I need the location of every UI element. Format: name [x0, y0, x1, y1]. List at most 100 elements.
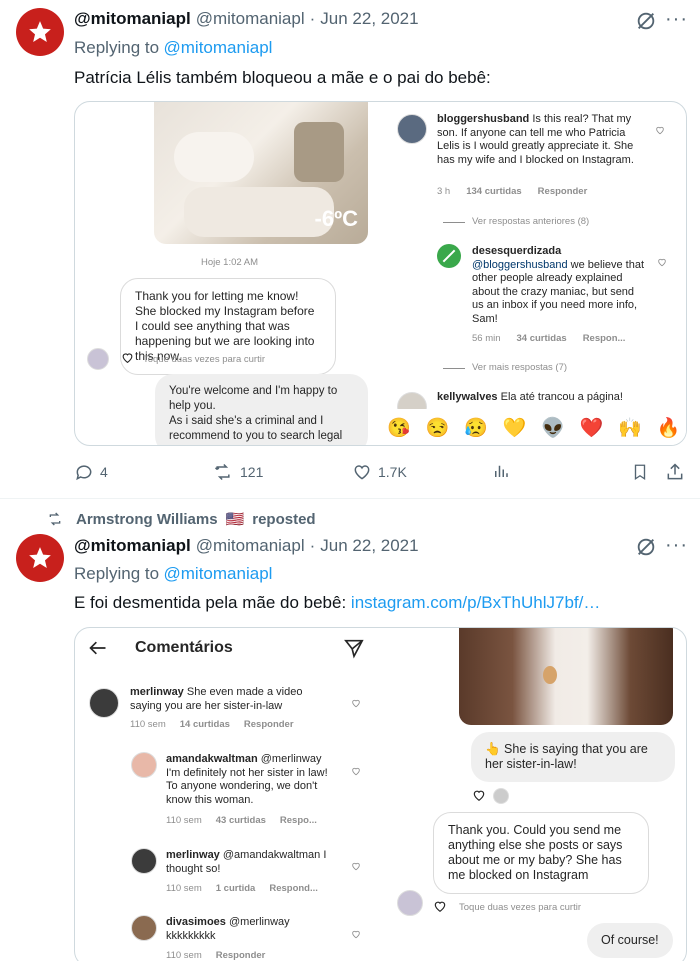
- shared-photo[interactable]: [459, 628, 673, 725]
- comment-meta: 56 min 34 curtidas Respon...: [472, 333, 625, 344]
- reply-link[interactable]: Responder: [244, 719, 294, 730]
- emoji-sad[interactable]: 😥: [464, 416, 488, 440]
- emoji-raised-hands[interactable]: 🙌: [618, 416, 642, 440]
- heart-icon[interactable]: [351, 695, 361, 713]
- heart-icon[interactable]: [433, 899, 447, 918]
- separator: ·: [309, 536, 316, 555]
- emoji-yellow-heart[interactable]: 💛: [503, 416, 527, 440]
- comment-likes[interactable]: 43 curtidas: [216, 815, 266, 826]
- heart-icon[interactable]: [472, 788, 486, 807]
- reply-link[interactable]: Respo...: [280, 815, 317, 826]
- reply-button[interactable]: 4: [74, 462, 108, 482]
- replying-to: Replying to @mitomaniapl: [74, 564, 272, 584]
- share-button[interactable]: [665, 462, 685, 482]
- comment-mention[interactable]: @merlinway: [261, 753, 322, 765]
- comment-text: kkkkkkkkk: [166, 929, 216, 942]
- bookmark-button[interactable]: [631, 462, 649, 482]
- tweet-date[interactable]: Jun 22, 2021: [320, 536, 418, 556]
- dm-bubble-grey: 👆 She is saying that you are her sister-…: [471, 732, 675, 782]
- handle[interactable]: @mitomaniapl: [196, 9, 305, 29]
- view-previous-replies[interactable]: Ver respostas anteriores (8): [472, 216, 589, 227]
- tweet-image[interactable]: -6ºC Hoje 1:02 AM Thank you for letting …: [74, 101, 687, 446]
- replying-link[interactable]: @mitomaniapl: [164, 564, 273, 583]
- dm-bubble-grey: You're welcome and I'm happy to help you…: [155, 374, 368, 445]
- avatar[interactable]: [16, 8, 64, 56]
- heart-icon[interactable]: [655, 122, 665, 140]
- separator: ·: [309, 9, 316, 28]
- emoji-unamused[interactable]: 😒: [426, 416, 450, 440]
- comment-mention[interactable]: @merlinway: [229, 916, 290, 928]
- retweet-button[interactable]: 121: [212, 462, 263, 482]
- heart-icon[interactable]: [657, 254, 667, 272]
- reply-link[interactable]: Responder: [538, 186, 588, 197]
- repost-indicator: Armstrong Williams 🇺🇸 reposted: [46, 510, 316, 528]
- comment-user[interactable]: bloggershusband: [437, 113, 529, 125]
- analytics-icon: [495, 465, 508, 477]
- comment: divasimoes @merlinway kkkkkkkkk: [166, 916, 341, 943]
- share-icon: [667, 463, 683, 480]
- comment-likes[interactable]: 134 curtidas: [466, 186, 521, 197]
- bookmark-icon: [634, 464, 646, 481]
- emoji-alien[interactable]: 👽: [541, 416, 565, 440]
- heart-icon[interactable]: [121, 351, 134, 369]
- heart-icon[interactable]: [351, 763, 361, 781]
- comment-time: 3 h: [437, 186, 451, 197]
- comment-user[interactable]: merlinway: [166, 849, 220, 861]
- tweet-date[interactable]: Jun 22, 2021: [320, 9, 418, 29]
- view-more-replies[interactable]: Ver mais respostas (7): [472, 362, 567, 373]
- like-count: 1.7K: [378, 464, 407, 480]
- comment-user[interactable]: amandakwaltman: [166, 753, 258, 765]
- repost-label: reposted: [252, 510, 316, 528]
- like-button[interactable]: 1.7K: [352, 462, 407, 482]
- baby-photo[interactable]: -6ºC: [154, 102, 368, 244]
- comment-meta: 3 h 134 curtidas Responder: [437, 186, 587, 197]
- comment-likes[interactable]: 1 curtida: [216, 883, 256, 894]
- divider: [0, 498, 700, 499]
- views-button[interactable]: [492, 462, 510, 480]
- comment-user[interactable]: merlinway: [130, 686, 184, 698]
- emoji-fire[interactable]: 🔥: [657, 416, 681, 440]
- heart-icon[interactable]: [351, 858, 361, 876]
- comment-user[interactable]: kellywalves: [437, 391, 498, 403]
- more-icon[interactable]: ···: [665, 8, 688, 31]
- reply-link[interactable]: Responder: [216, 950, 266, 961]
- reply-link[interactable]: Respond...: [269, 883, 318, 894]
- grok-icon[interactable]: [635, 536, 657, 563]
- avatar[interactable]: [16, 534, 64, 582]
- back-arrow-icon[interactable]: [87, 638, 109, 663]
- retweet-count: 121: [240, 464, 264, 480]
- tweet-text: Patrícia Lélis também bloqueou a mãe e o…: [74, 68, 491, 87]
- display-name[interactable]: @mitomaniapl: [74, 536, 191, 556]
- comment-likes[interactable]: 34 curtidas: [517, 333, 567, 344]
- avatar: [397, 114, 427, 144]
- comment-mention[interactable]: @bloggershusband: [472, 259, 568, 271]
- heart-icon[interactable]: [351, 926, 361, 944]
- comment-meta: 110 sem 1 curtida Respond...: [166, 883, 318, 894]
- tweet-header: @mitomaniapl @mitomaniapl · Jun 22, 2021: [74, 536, 419, 556]
- retweet-icon: [214, 463, 230, 481]
- comment-meta: 110 sem 14 curtidas Responder: [130, 719, 294, 730]
- emoji-kiss[interactable]: 😘: [387, 416, 411, 440]
- divider: [443, 222, 465, 223]
- reposter-name[interactable]: Armstrong Williams: [76, 511, 218, 528]
- comment-user[interactable]: divasimoes: [166, 916, 226, 928]
- reply-count: 4: [100, 464, 108, 480]
- avatar: [87, 348, 109, 370]
- send-icon[interactable]: [343, 637, 365, 664]
- tweet-image[interactable]: Comentários merlinway She even made a vi…: [74, 627, 687, 961]
- more-icon[interactable]: ···: [665, 534, 688, 557]
- grok-icon[interactable]: [635, 10, 657, 37]
- tweet-text-body: E foi desmentida pela mãe do bebê:: [74, 593, 347, 612]
- comment: merlinway @amandakwaltman I thought so!: [166, 849, 341, 876]
- replying-label: Replying to: [74, 564, 160, 583]
- instagram-link[interactable]: instagram.com/p/BxThUhlJ7bf/…: [351, 593, 600, 612]
- handle[interactable]: @mitomaniapl: [196, 536, 305, 556]
- replying-link[interactable]: @mitomaniapl: [164, 38, 273, 57]
- comment-likes[interactable]: 14 curtidas: [180, 719, 230, 730]
- reply-link[interactable]: Respon...: [583, 333, 626, 344]
- comment-user[interactable]: desesquerdizada: [472, 245, 561, 257]
- retweet-icon: [49, 512, 61, 526]
- display-name[interactable]: @mitomaniapl: [74, 9, 191, 29]
- emoji-red-heart[interactable]: ❤️: [580, 416, 604, 440]
- comment-mention[interactable]: @amandakwaltman: [223, 849, 320, 861]
